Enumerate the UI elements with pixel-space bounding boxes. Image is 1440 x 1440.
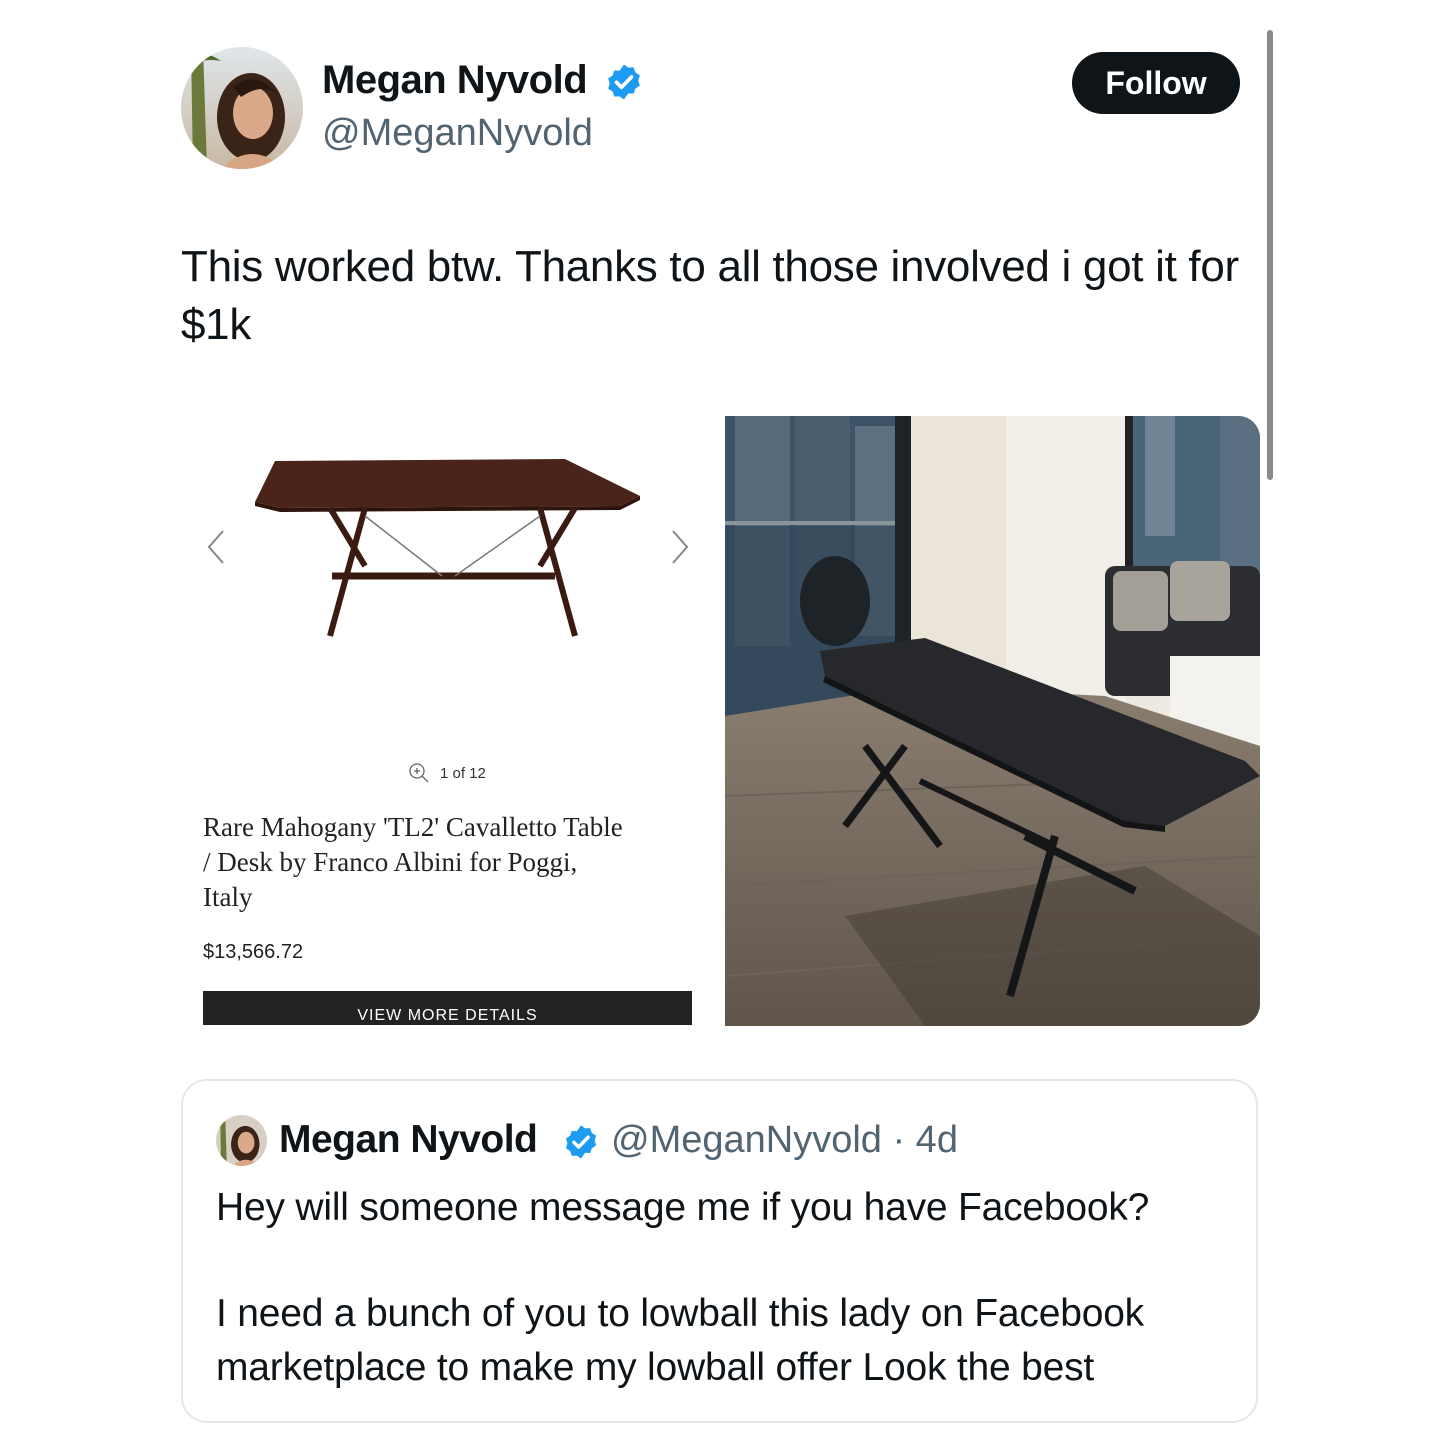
product-price: $13,566.72	[203, 941, 304, 963]
product-title: Rare Mahogany 'TL2' Cavalletto Table / D…	[203, 812, 623, 912]
author-avatar[interactable]	[181, 47, 303, 169]
follow-button[interactable]: Follow	[1072, 52, 1240, 114]
quoted-tweet-text: Hey will someone message me if you have …	[216, 1181, 1236, 1395]
verified-badge-icon	[604, 62, 644, 102]
quoted-paragraph: I need a bunch of you to lowball this la…	[216, 1292, 1144, 1389]
image-counter: 1 of 12	[440, 765, 486, 782]
chevron-left-icon[interactable]	[205, 527, 227, 576]
quoted-author-name[interactable]: Megan Nyvold	[279, 1118, 538, 1162]
author-handle[interactable]: @MeganNyvold	[322, 112, 593, 155]
author-name[interactable]: Megan Nyvold	[322, 58, 588, 103]
chevron-right-icon[interactable]	[669, 527, 691, 576]
listing-screenshot[interactable]	[180, 416, 717, 1026]
quoted-author-avatar[interactable]	[216, 1115, 267, 1166]
verified-badge-icon	[562, 1123, 600, 1161]
tweet-text: This worked btw. Thanks to all those inv…	[181, 242, 1239, 349]
apartment-photo[interactable]	[725, 416, 1260, 1026]
mahogany-table-image	[255, 459, 640, 637]
quoted-handle-time[interactable]: @MeganNyvold · 4d	[611, 1119, 958, 1162]
quoted-paragraph: Hey will someone message me if you have …	[216, 1186, 1150, 1229]
view-more-details-button[interactable]: VIEW MORE DETAILS	[203, 991, 692, 1025]
zoom-in-icon[interactable]	[408, 762, 430, 784]
